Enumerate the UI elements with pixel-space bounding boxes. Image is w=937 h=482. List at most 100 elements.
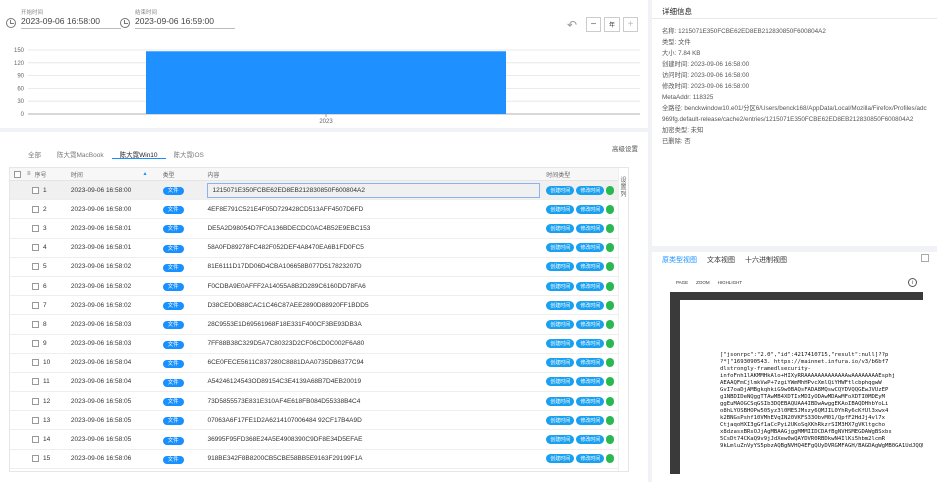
row-content: 1215071E350FCBE62ED8EB212830850F600804A2: [207, 182, 541, 198]
table-row[interactable]: 11 2023-09-06 16:58:04 文件 A54246124543OD891…: [10, 373, 628, 393]
end-time-value[interactable]: 2023-09-06 16:59:00: [135, 16, 235, 29]
row-checkbox[interactable]: [32, 340, 39, 348]
tag-created: 创建时间: [546, 396, 575, 406]
row-checkbox[interactable]: [32, 263, 39, 271]
tag-modified: 修改时间: [576, 435, 605, 445]
advanced-settings-link[interactable]: 高级设置: [612, 143, 638, 153]
row-content: 4EF8E791C521E4F05D729428CD513AFF4507D6FD: [207, 205, 364, 213]
row-checkbox[interactable]: [32, 397, 39, 405]
table-row[interactable]: 9 2023-09-06 16:58:03 文件 7FF88B38C329D5A7C8…: [10, 335, 628, 354]
row-no: 8: [43, 320, 47, 328]
start-time-picker[interactable]: 开始时间 2023-09-06 16:58:00: [6, 8, 121, 29]
table-row[interactable]: 4 2023-09-06 16:58:01 文件 58A0FD89278FC482F0…: [10, 239, 628, 258]
tag-created: 创建时间: [546, 415, 575, 425]
detail-name: 名称: 1215071E350FCBE62ED8EB212830850F6008…: [662, 28, 826, 35]
table-row[interactable]: 12 2023-09-06 16:58:05 文件 73D5855573E831E31…: [10, 392, 628, 412]
row-no: 3: [43, 224, 47, 232]
table-row[interactable]: 10 2023-09-06 16:58:04 文件 6CE0FECE5611C8372…: [10, 354, 628, 373]
row-checkbox[interactable]: [32, 282, 39, 290]
table-row[interactable]: 7 2023-09-06 16:58:02 文件 D38CED0B88CAC1C46C…: [10, 296, 628, 316]
tab-native-view[interactable]: 原类型视图: [662, 255, 697, 265]
tag-created: 创建时间: [546, 262, 575, 272]
tab-win10[interactable]: 陈大霓Win10: [111, 149, 166, 159]
row-time: 2023-09-06 16:58:01: [70, 244, 132, 252]
table-row[interactable]: 5 2023-09-06 16:58:02 文件 81E6111D17DD06D4CB…: [10, 258, 628, 277]
timeline-chart: 150 120 90 60 30 0 2023: [0, 44, 648, 125]
tag-created: 创建时间: [546, 185, 575, 195]
page-button[interactable]: PAGE: [676, 280, 688, 285]
tag-modified: 修改时间: [576, 185, 605, 195]
header-type[interactable]: 类型: [163, 173, 175, 179]
timeline-toolbar: ↶ − 年 +: [567, 17, 638, 32]
tag-created: 创建时间: [546, 243, 575, 253]
table-row[interactable]: 6 2023-09-06 16:58:02 文件 F0CDBA9E0AFFF2A140…: [10, 277, 628, 297]
zoom-in-button[interactable]: +: [623, 17, 638, 32]
table-row[interactable]: 15 2023-09-06 16:58:06 文件 918BE342F8B8200CB…: [10, 450, 628, 469]
row-checkbox[interactable]: [32, 455, 39, 463]
chart-bar[interactable]: [146, 51, 506, 114]
row-time: 2023-09-06 16:58:01: [70, 224, 132, 232]
header-time[interactable]: 时间: [71, 170, 83, 179]
table-row[interactable]: 13 2023-09-06 16:58:05 文件 07063A6F17FE1D2A6…: [10, 411, 628, 431]
table-row[interactable]: 2 2023-09-06 16:58:00 文件 4EF8E791C521E4F05D…: [10, 200, 628, 220]
header-no: 序号: [34, 172, 47, 179]
header-tags[interactable]: 时间类型: [546, 170, 570, 179]
tag-modified: 修改时间: [576, 281, 605, 291]
header-content[interactable]: 内容: [207, 173, 219, 179]
viewer-tabs: 原类型视图 文本视图 十六进制视图: [662, 255, 787, 265]
tab-text-view[interactable]: 文本视图: [707, 255, 735, 265]
row-checkbox[interactable]: [32, 301, 39, 309]
table-body: 1 2023-09-06 16:58:00 文件 1215071E350FCBE62E…: [10, 181, 628, 469]
row-no: 11: [43, 378, 50, 386]
file-list-panel: 全部 陈大霓MacBook 陈大霓Win10 陈大霓iOS 高级设置 ≡ 序号 时…: [0, 132, 648, 482]
column-settings[interactable]: 设置列: [618, 168, 628, 471]
table-row[interactable]: 3 2023-09-06 16:58:01 文件 DE5A2D98054D7FCA13…: [10, 219, 628, 239]
table-row[interactable]: 8 2023-09-06 16:58:03 文件 28C9553E1D69561968…: [10, 315, 628, 335]
divider: [652, 18, 937, 19]
row-checkbox[interactable]: [32, 378, 39, 386]
highlight-button[interactable]: HIGHLIGHT: [718, 280, 743, 285]
row-checkbox[interactable]: [32, 416, 39, 424]
row-checkbox[interactable]: [32, 186, 39, 194]
start-time-value[interactable]: 2023-09-06 16:58:00: [21, 16, 121, 29]
tag-modified: 修改时间: [576, 396, 605, 406]
tag-created: 创建时间: [546, 223, 575, 233]
row-type-badge: 文件: [162, 378, 184, 387]
row-checkbox[interactable]: [32, 359, 39, 367]
row-no: 2: [43, 205, 47, 213]
tab-hex-view[interactable]: 十六进制视图: [745, 255, 787, 265]
tab-ios[interactable]: 陈大霓iOS: [166, 149, 212, 159]
row-checkbox[interactable]: [32, 244, 39, 252]
row-content: 07063A6F17FE1D2A6214107006484 92CF17B4A9…: [207, 416, 362, 424]
expand-icon[interactable]: [921, 254, 929, 262]
chart-svg: 150 120 90 60 30 0 2023: [14, 48, 640, 125]
row-no: 1: [43, 186, 47, 194]
y-tick-label: 0: [21, 112, 25, 118]
tag-created: 创建时间: [546, 454, 575, 464]
tag-created: 创建时间: [546, 358, 575, 368]
row-content: 81E6111D17DD06D4CBA106658B077D517823207D: [207, 263, 362, 271]
tag-created: 创建时间: [546, 435, 575, 445]
zoom-out-button[interactable]: −: [586, 17, 601, 32]
info-icon[interactable]: i: [908, 277, 917, 287]
row-checkbox[interactable]: [32, 436, 39, 444]
tab-macbook[interactable]: 陈大霓MacBook: [49, 149, 112, 159]
row-no: 7: [43, 301, 47, 309]
table-row[interactable]: 1 2023-09-06 16:58:00 文件 1215071E350FCBE62E…: [10, 181, 628, 201]
zoom-button[interactable]: ZOOM: [696, 280, 710, 285]
end-time-picker[interactable]: 结束时间 2023-09-06 16:59:00: [120, 8, 235, 29]
row-checkbox[interactable]: [32, 224, 39, 232]
row-no: 5: [43, 263, 47, 271]
row-time: 2023-09-06 16:58:00: [70, 186, 132, 194]
select-all-checkbox[interactable]: [14, 170, 21, 178]
row-no: 10: [43, 359, 51, 367]
tag-modified: 修改时间: [576, 358, 605, 368]
undo-icon[interactable]: ↶: [567, 18, 577, 32]
row-checkbox[interactable]: [32, 320, 39, 328]
row-checkbox[interactable]: [32, 205, 39, 213]
row-type-badge: 文件: [162, 340, 184, 349]
tag-more: [606, 185, 615, 195]
tab-all[interactable]: 全部: [20, 149, 49, 159]
sort-up-icon[interactable]: ▴: [144, 170, 147, 179]
table-row[interactable]: 14 2023-09-06 16:58:05 文件 36995F95FD368E24A…: [10, 430, 628, 450]
